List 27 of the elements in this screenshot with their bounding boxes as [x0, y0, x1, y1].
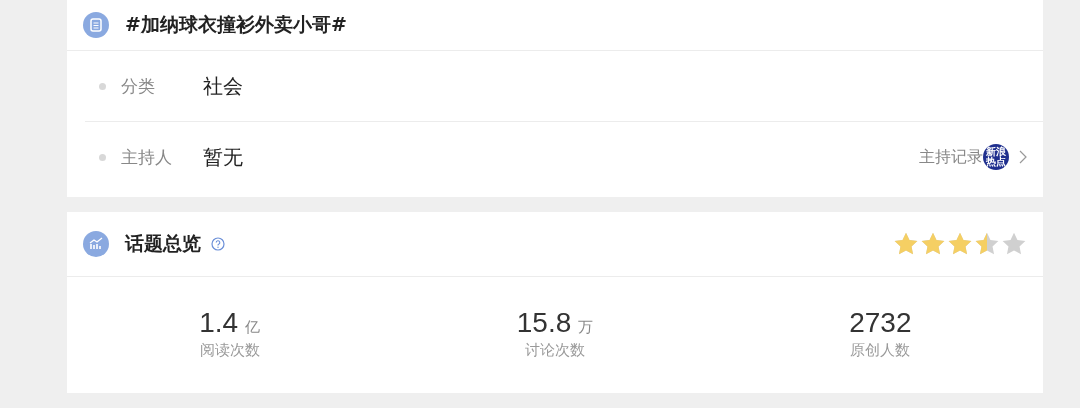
field-value: 社会 [203, 72, 243, 100]
stat-unit: 亿 [245, 318, 261, 337]
star-icon [1001, 231, 1027, 257]
news-badge: 新浪热点 [983, 144, 1009, 170]
chart-icon [83, 231, 109, 257]
star-icon [947, 231, 973, 257]
topic-title: #加纳球衣撞衫外卖小哥# [125, 12, 347, 37]
host-record-link[interactable]: 主持记录 [919, 146, 983, 168]
field-label: 分类 [121, 74, 156, 98]
chevron-right-icon[interactable] [1019, 150, 1027, 164]
stat-number: 1.4 [199, 307, 239, 339]
star-icon [974, 231, 1000, 257]
field-label: 主持人 [121, 145, 173, 169]
field-value: 暂无 [203, 143, 243, 171]
list-icon [83, 12, 109, 38]
stat-number: 15.8 [516, 307, 572, 339]
stat-label: 原创人数 [850, 341, 911, 360]
star-icon [920, 231, 946, 257]
stat-unit: 万 [578, 318, 594, 337]
stat-label: 讨论次数 [525, 341, 585, 360]
help-icon[interactable] [211, 237, 225, 251]
stat-number: 2732 [849, 307, 912, 339]
star-icon [893, 231, 919, 257]
stat-label: 阅读次数 [199, 341, 260, 360]
overview-title: 话题总览 [125, 231, 201, 256]
bullet-dot [99, 82, 106, 90]
bullet-dot [99, 153, 106, 161]
